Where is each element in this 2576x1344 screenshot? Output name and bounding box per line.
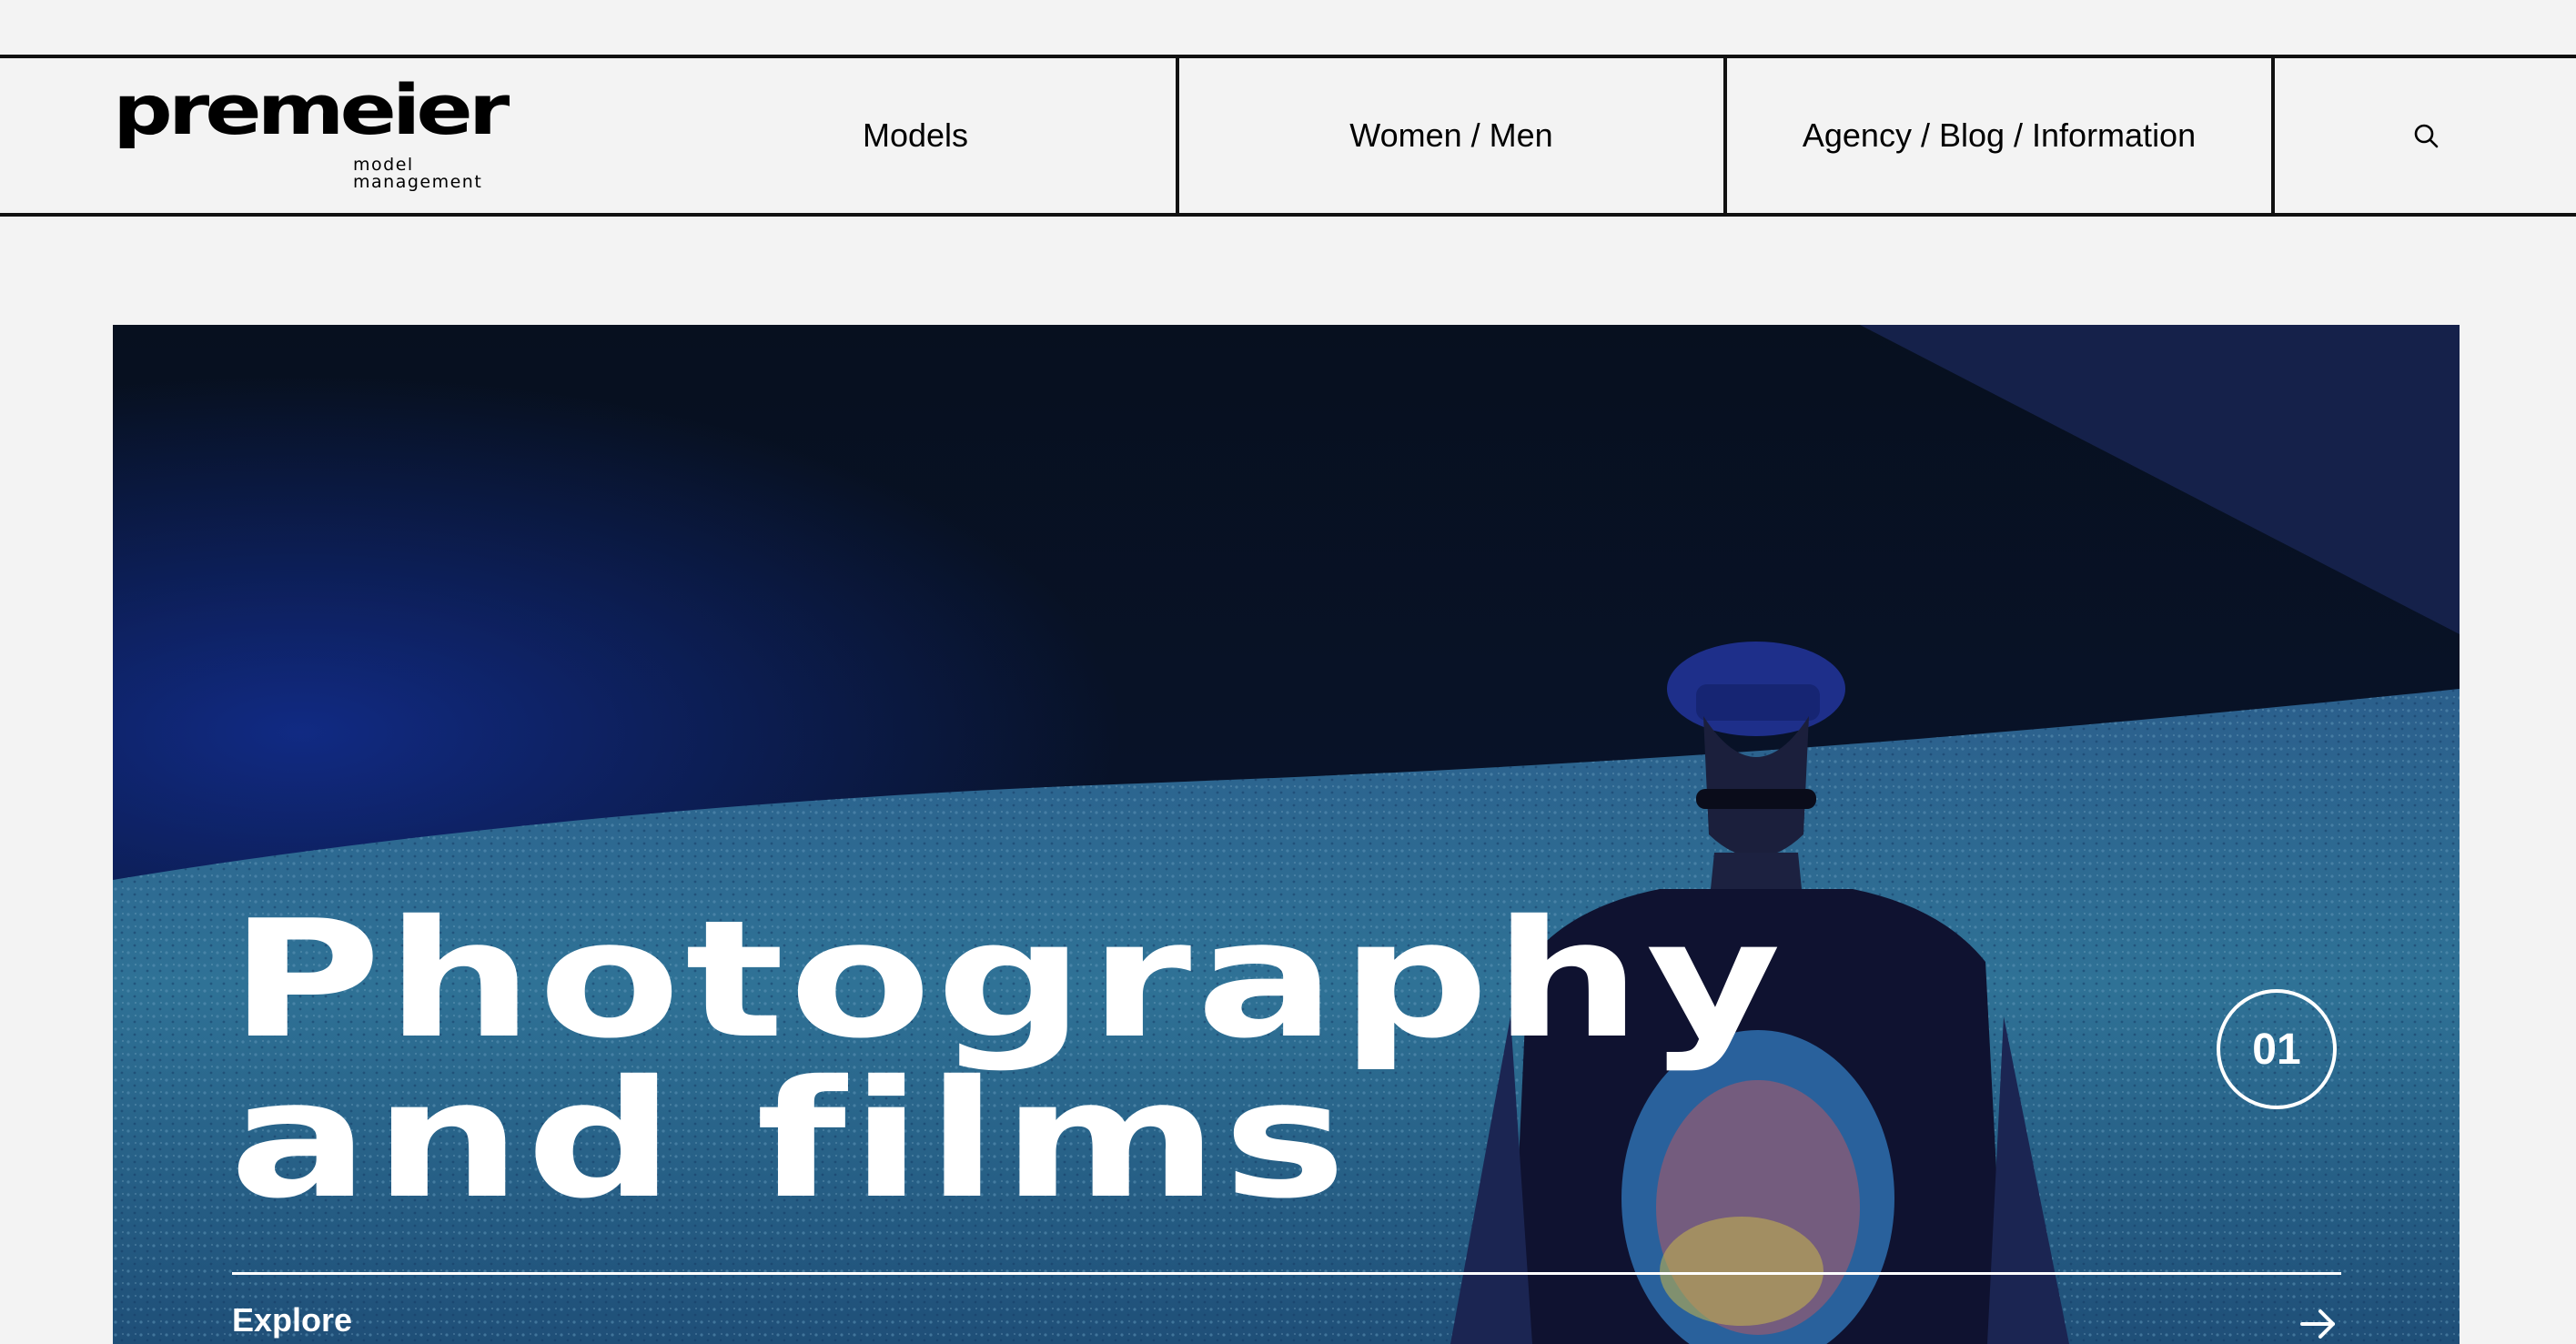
hero-slide[interactable]: Photography and films 01 Explore [113,325,2460,1344]
hero-title-line-1: Photography [229,885,1786,1074]
nav-women-men[interactable]: Women / Men [1176,58,1723,213]
search-icon [2412,122,2440,149]
nav-models[interactable]: Models [863,58,968,213]
site-header: premeier model management Models Women /… [0,55,2576,217]
hero-divider [232,1272,2341,1275]
hero-title-line-2: and films [229,1046,1351,1234]
slide-counter[interactable]: 01 [2217,989,2337,1109]
logo-cell: premeier model management Models [0,58,1176,213]
logo-tagline: model management [353,155,483,192]
arrow-right-icon[interactable] [2298,1308,2339,1344]
nav-agency-blog-information[interactable]: Agency / Blog / Information [1723,58,2271,213]
brand-logo[interactable]: premeier model management [113,76,540,191]
hero-title: Photography and films [229,885,1786,1234]
page: premeier model management Models Women /… [0,0,2576,1344]
logo-wordmark: premeier [113,70,510,151]
explore-link[interactable]: Explore [232,1304,352,1337]
search-button[interactable] [2271,58,2576,213]
